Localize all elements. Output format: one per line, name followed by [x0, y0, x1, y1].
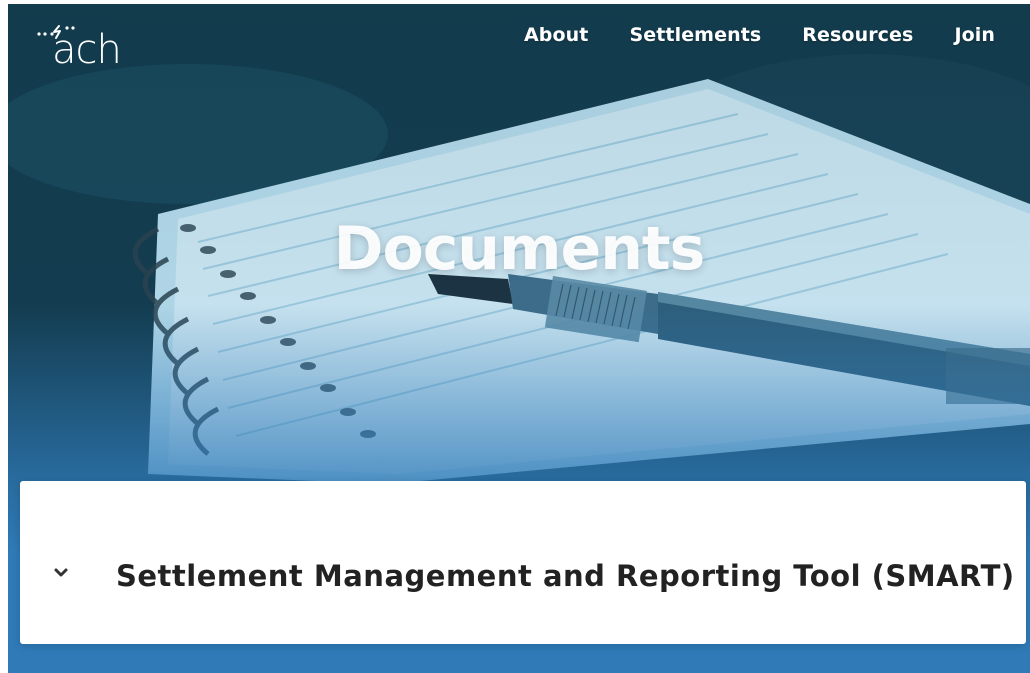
nav-join[interactable]: Join: [954, 22, 995, 48]
page-title: Documents: [333, 214, 706, 284]
logo-text: ach: [52, 27, 122, 73]
accordion-item-smart[interactable]: Settlement Management and Reporting Tool…: [20, 481, 1026, 644]
nav-resources[interactable]: Resources: [802, 22, 913, 48]
top-navigation: About Settlements Resources Join: [524, 22, 995, 48]
accordion-card: Settlement Management and Reporting Tool…: [20, 481, 1026, 644]
chevron-down-icon[interactable]: [53, 567, 69, 579]
page-frame: ach About Settlements Resources Join Doc…: [8, 4, 1030, 673]
accordion-title: Settlement Management and Reporting Tool…: [116, 559, 1015, 593]
nav-settlements[interactable]: Settlements: [629, 22, 761, 48]
brand-logo[interactable]: ach: [36, 20, 136, 80]
nav-about[interactable]: About: [524, 22, 588, 48]
